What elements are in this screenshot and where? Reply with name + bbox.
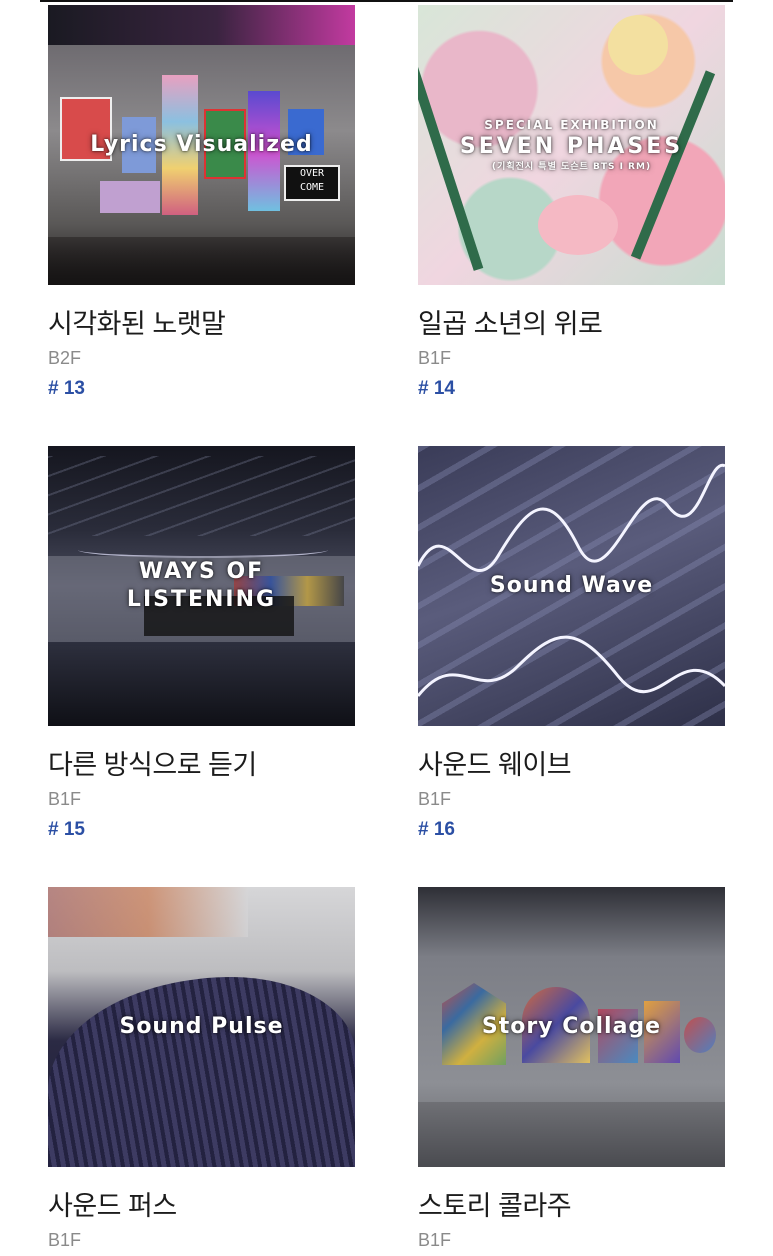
exhibit-overlay-text: Sound Wave bbox=[489, 573, 654, 598]
exhibit-image[interactable]: Sound Pulse bbox=[48, 887, 355, 1167]
exhibit-number: # 16 bbox=[418, 819, 455, 840]
exhibit-title[interactable]: 스토리 콜라주 bbox=[418, 1189, 725, 1223]
exhibit-floor: B1F bbox=[418, 789, 452, 809]
exhibit-number: # 14 bbox=[418, 378, 455, 399]
exhibit-card-sound-pulse[interactable]: Sound Pulse 사운드 퍼스 B1F bbox=[48, 887, 355, 1251]
exhibit-image[interactable]: SPECIAL EXHIBITION SEVEN PHASES (기획전시 특별… bbox=[418, 5, 725, 285]
overcome-sign: OVER COME bbox=[284, 165, 340, 201]
exhibit-card-lyrics-visualized[interactable]: OVER COME Lyrics Visualized 시각화된 노랫말 B2F… bbox=[48, 5, 355, 400]
exhibit-title[interactable]: 다른 방식으로 듣기 bbox=[48, 748, 355, 782]
exhibit-floor: B1F bbox=[418, 1230, 452, 1250]
exhibit-title[interactable]: 시각화된 노랫말 bbox=[48, 307, 355, 341]
exhibit-image[interactable]: OVER COME Lyrics Visualized bbox=[48, 5, 355, 285]
exhibit-overlay-text: SPECIAL EXHIBITION SEVEN PHASES (기획전시 특별… bbox=[459, 118, 684, 172]
exhibit-title[interactable]: 일곱 소년의 위로 bbox=[418, 307, 725, 341]
exhibit-overlay-text: Story Collage bbox=[481, 1014, 662, 1039]
exhibit-overlay-text: WAYS OF LISTENING bbox=[126, 559, 277, 612]
exhibit-card-ways-of-listening[interactable]: WAYS OF LISTENING 다른 방식으로 듣기 B1F # 15 bbox=[48, 446, 355, 841]
exhibit-floor: B1F bbox=[48, 1230, 82, 1250]
exhibit-floor: B2F bbox=[48, 348, 82, 368]
exhibit-overlay-text: Lyrics Visualized bbox=[90, 132, 313, 157]
exhibit-title[interactable]: 사운드 퍼스 bbox=[48, 1189, 355, 1223]
exhibit-floor: B1F bbox=[418, 348, 452, 368]
exhibit-number: # 15 bbox=[48, 819, 85, 840]
exhibit-overlay-text: Sound Pulse bbox=[119, 1014, 284, 1039]
exhibit-card-sound-wave[interactable]: Sound Wave 사운드 웨이브 B1F # 16 bbox=[418, 446, 725, 841]
top-divider bbox=[40, 0, 733, 2]
exhibit-floor: B1F bbox=[48, 789, 82, 809]
exhibit-title[interactable]: 사운드 웨이브 bbox=[418, 748, 725, 782]
exhibit-card-story-collage[interactable]: Story Collage 스토리 콜라주 B1F bbox=[418, 887, 725, 1251]
exhibit-card-seven-phases[interactable]: SPECIAL EXHIBITION SEVEN PHASES (기획전시 특별… bbox=[418, 5, 725, 400]
exhibit-number: # 13 bbox=[48, 378, 85, 399]
exhibit-image[interactable]: Story Collage bbox=[418, 887, 725, 1167]
exhibit-image[interactable]: WAYS OF LISTENING bbox=[48, 446, 355, 726]
exhibit-image[interactable]: Sound Wave bbox=[418, 446, 725, 726]
